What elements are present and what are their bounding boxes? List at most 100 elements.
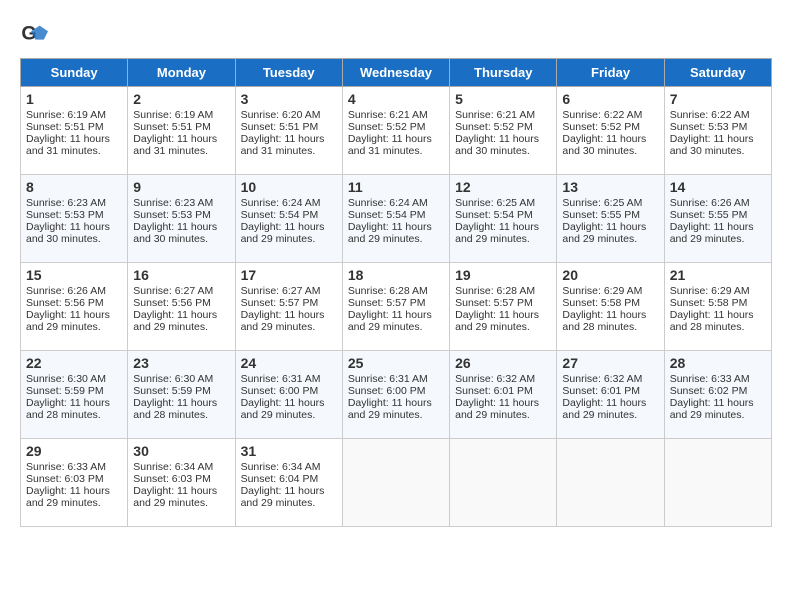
daylight-label: Daylight: 11 hours and 29 minutes. — [241, 221, 325, 245]
day-number: 1 — [26, 91, 122, 107]
sunrise-label: Sunrise: 6:31 AM — [241, 373, 321, 385]
sunrise-label: Sunrise: 6:28 AM — [348, 285, 428, 297]
sunset-label: Sunset: 5:54 PM — [348, 209, 426, 221]
day-number: 31 — [241, 443, 337, 459]
logo: G — [20, 20, 52, 48]
sunset-label: Sunset: 5:58 PM — [562, 297, 640, 309]
sunrise-label: Sunrise: 6:32 AM — [562, 373, 642, 385]
weekday-header-cell: Thursday — [450, 59, 557, 87]
sunrise-label: Sunrise: 6:23 AM — [133, 197, 213, 209]
calendar-day-cell: 20 Sunrise: 6:29 AM Sunset: 5:58 PM Dayl… — [557, 263, 664, 351]
daylight-label: Daylight: 11 hours and 30 minutes. — [670, 133, 754, 157]
calendar-week-row: 8 Sunrise: 6:23 AM Sunset: 5:53 PM Dayli… — [21, 175, 772, 263]
calendar-week-row: 29 Sunrise: 6:33 AM Sunset: 6:03 PM Dayl… — [21, 439, 772, 527]
calendar-day-cell: 11 Sunrise: 6:24 AM Sunset: 5:54 PM Dayl… — [342, 175, 449, 263]
calendar-body: 1 Sunrise: 6:19 AM Sunset: 5:51 PM Dayli… — [21, 87, 772, 527]
daylight-label: Daylight: 11 hours and 29 minutes. — [670, 221, 754, 245]
calendar-day-cell: 5 Sunrise: 6:21 AM Sunset: 5:52 PM Dayli… — [450, 87, 557, 175]
weekday-header-cell: Wednesday — [342, 59, 449, 87]
sunrise-label: Sunrise: 6:22 AM — [670, 109, 750, 121]
calendar-day-cell: 6 Sunrise: 6:22 AM Sunset: 5:52 PM Dayli… — [557, 87, 664, 175]
calendar-day-cell: 21 Sunrise: 6:29 AM Sunset: 5:58 PM Dayl… — [664, 263, 771, 351]
day-number: 23 — [133, 355, 229, 371]
daylight-label: Daylight: 11 hours and 29 minutes. — [26, 485, 110, 509]
sunrise-label: Sunrise: 6:25 AM — [455, 197, 535, 209]
page-header: G — [20, 20, 772, 48]
sunrise-label: Sunrise: 6:33 AM — [26, 461, 106, 473]
daylight-label: Daylight: 11 hours and 29 minutes. — [133, 309, 217, 333]
calendar-day-cell: 28 Sunrise: 6:33 AM Sunset: 6:02 PM Dayl… — [664, 351, 771, 439]
day-number: 20 — [562, 267, 658, 283]
calendar-day-cell: 8 Sunrise: 6:23 AM Sunset: 5:53 PM Dayli… — [21, 175, 128, 263]
calendar-day-cell: 3 Sunrise: 6:20 AM Sunset: 5:51 PM Dayli… — [235, 87, 342, 175]
calendar-week-row: 1 Sunrise: 6:19 AM Sunset: 5:51 PM Dayli… — [21, 87, 772, 175]
weekday-header-cell: Sunday — [21, 59, 128, 87]
sunrise-label: Sunrise: 6:23 AM — [26, 197, 106, 209]
logo-icon: G — [20, 20, 48, 48]
calendar-day-cell: 16 Sunrise: 6:27 AM Sunset: 5:56 PM Dayl… — [128, 263, 235, 351]
sunset-label: Sunset: 6:00 PM — [241, 385, 319, 397]
daylight-label: Daylight: 11 hours and 29 minutes. — [562, 221, 646, 245]
day-number: 15 — [26, 267, 122, 283]
sunset-label: Sunset: 5:58 PM — [670, 297, 748, 309]
day-number: 16 — [133, 267, 229, 283]
calendar-day-cell: 18 Sunrise: 6:28 AM Sunset: 5:57 PM Dayl… — [342, 263, 449, 351]
sunrise-label: Sunrise: 6:26 AM — [670, 197, 750, 209]
sunrise-label: Sunrise: 6:24 AM — [241, 197, 321, 209]
day-number: 7 — [670, 91, 766, 107]
sunset-label: Sunset: 6:00 PM — [348, 385, 426, 397]
calendar-day-cell: 15 Sunrise: 6:26 AM Sunset: 5:56 PM Dayl… — [21, 263, 128, 351]
calendar-day-cell: 2 Sunrise: 6:19 AM Sunset: 5:51 PM Dayli… — [128, 87, 235, 175]
calendar-day-cell — [557, 439, 664, 527]
sunrise-label: Sunrise: 6:27 AM — [241, 285, 321, 297]
day-number: 14 — [670, 179, 766, 195]
calendar-day-cell: 19 Sunrise: 6:28 AM Sunset: 5:57 PM Dayl… — [450, 263, 557, 351]
sunset-label: Sunset: 5:57 PM — [455, 297, 533, 309]
day-number: 11 — [348, 179, 444, 195]
calendar-day-cell: 27 Sunrise: 6:32 AM Sunset: 6:01 PM Dayl… — [557, 351, 664, 439]
sunset-label: Sunset: 6:01 PM — [455, 385, 533, 397]
sunset-label: Sunset: 6:04 PM — [241, 473, 319, 485]
sunrise-label: Sunrise: 6:32 AM — [455, 373, 535, 385]
calendar-week-row: 15 Sunrise: 6:26 AM Sunset: 5:56 PM Dayl… — [21, 263, 772, 351]
sunset-label: Sunset: 5:54 PM — [455, 209, 533, 221]
sunset-label: Sunset: 5:57 PM — [348, 297, 426, 309]
day-number: 28 — [670, 355, 766, 371]
sunrise-label: Sunrise: 6:30 AM — [133, 373, 213, 385]
weekday-header: SundayMondayTuesdayWednesdayThursdayFrid… — [21, 59, 772, 87]
day-number: 30 — [133, 443, 229, 459]
sunrise-label: Sunrise: 6:25 AM — [562, 197, 642, 209]
day-number: 21 — [670, 267, 766, 283]
daylight-label: Daylight: 11 hours and 29 minutes. — [455, 221, 539, 245]
day-number: 13 — [562, 179, 658, 195]
day-number: 8 — [26, 179, 122, 195]
calendar-day-cell: 25 Sunrise: 6:31 AM Sunset: 6:00 PM Dayl… — [342, 351, 449, 439]
sunset-label: Sunset: 5:51 PM — [133, 121, 211, 133]
day-number: 6 — [562, 91, 658, 107]
daylight-label: Daylight: 11 hours and 31 minutes. — [241, 133, 325, 157]
sunrise-label: Sunrise: 6:19 AM — [133, 109, 213, 121]
weekday-header-cell: Friday — [557, 59, 664, 87]
day-number: 18 — [348, 267, 444, 283]
daylight-label: Daylight: 11 hours and 29 minutes. — [241, 309, 325, 333]
calendar-day-cell — [342, 439, 449, 527]
sunset-label: Sunset: 5:55 PM — [670, 209, 748, 221]
daylight-label: Daylight: 11 hours and 30 minutes. — [455, 133, 539, 157]
daylight-label: Daylight: 11 hours and 29 minutes. — [562, 397, 646, 421]
calendar-day-cell: 9 Sunrise: 6:23 AM Sunset: 5:53 PM Dayli… — [128, 175, 235, 263]
sunrise-label: Sunrise: 6:34 AM — [241, 461, 321, 473]
sunrise-label: Sunrise: 6:27 AM — [133, 285, 213, 297]
daylight-label: Daylight: 11 hours and 31 minutes. — [133, 133, 217, 157]
day-number: 12 — [455, 179, 551, 195]
calendar-day-cell: 24 Sunrise: 6:31 AM Sunset: 6:00 PM Dayl… — [235, 351, 342, 439]
calendar-day-cell: 17 Sunrise: 6:27 AM Sunset: 5:57 PM Dayl… — [235, 263, 342, 351]
sunset-label: Sunset: 5:55 PM — [562, 209, 640, 221]
sunrise-label: Sunrise: 6:21 AM — [348, 109, 428, 121]
weekday-header-cell: Tuesday — [235, 59, 342, 87]
daylight-label: Daylight: 11 hours and 31 minutes. — [26, 133, 110, 157]
daylight-label: Daylight: 11 hours and 30 minutes. — [26, 221, 110, 245]
day-number: 19 — [455, 267, 551, 283]
calendar-day-cell — [664, 439, 771, 527]
daylight-label: Daylight: 11 hours and 28 minutes. — [562, 309, 646, 333]
day-number: 4 — [348, 91, 444, 107]
